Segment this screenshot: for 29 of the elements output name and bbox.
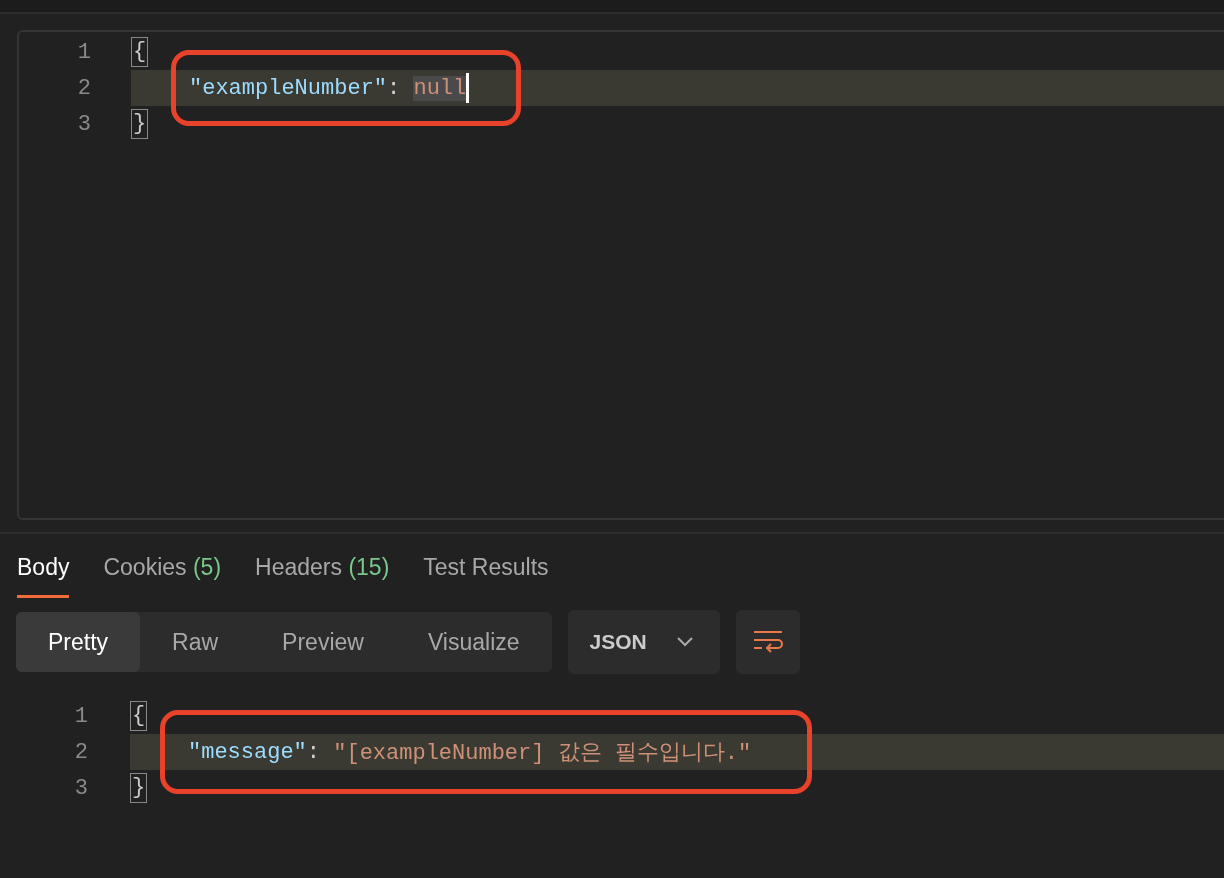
line-number: 3 [76, 111, 91, 137]
format-dropdown[interactable]: JSON [567, 610, 720, 674]
line-number: 2 [73, 739, 88, 765]
colon: : [387, 75, 402, 101]
string-value: "[exampleNumber] 값은 필수입니다." [333, 740, 752, 767]
brace: } [130, 773, 148, 803]
brace: } [131, 109, 149, 139]
colon: : [306, 739, 322, 765]
view-mode-tab[interactable]: Preview [250, 612, 396, 672]
view-mode-tab[interactable]: Pretty [16, 612, 141, 672]
response-tab[interactable]: Headers (15) [255, 546, 390, 598]
brace: { [130, 701, 148, 731]
line-number: 1 [76, 39, 91, 65]
line-number: 3 [73, 775, 88, 801]
wrap-lines-button[interactable] [735, 610, 800, 674]
json-key: "message" [188, 739, 307, 765]
request-editor[interactable]: 1 { 2 "exampleNumber": null 3 } [17, 30, 1224, 520]
null-value: null [413, 75, 467, 101]
chevron-down-icon [675, 637, 694, 647]
line-number: 2 [76, 75, 91, 101]
response-tab[interactable]: Body [17, 546, 70, 598]
line-number: 1 [73, 703, 88, 729]
json-key: "exampleNumber" [189, 75, 388, 101]
response-tab[interactable]: Cookies (5) [103, 546, 222, 598]
view-mode-tab[interactable]: Raw [140, 612, 251, 672]
view-mode-tab[interactable]: Visualize [395, 612, 552, 672]
brace: { [131, 37, 149, 67]
wrap-lines-icon [752, 630, 783, 654]
response-tab[interactable]: Test Results [423, 546, 549, 598]
